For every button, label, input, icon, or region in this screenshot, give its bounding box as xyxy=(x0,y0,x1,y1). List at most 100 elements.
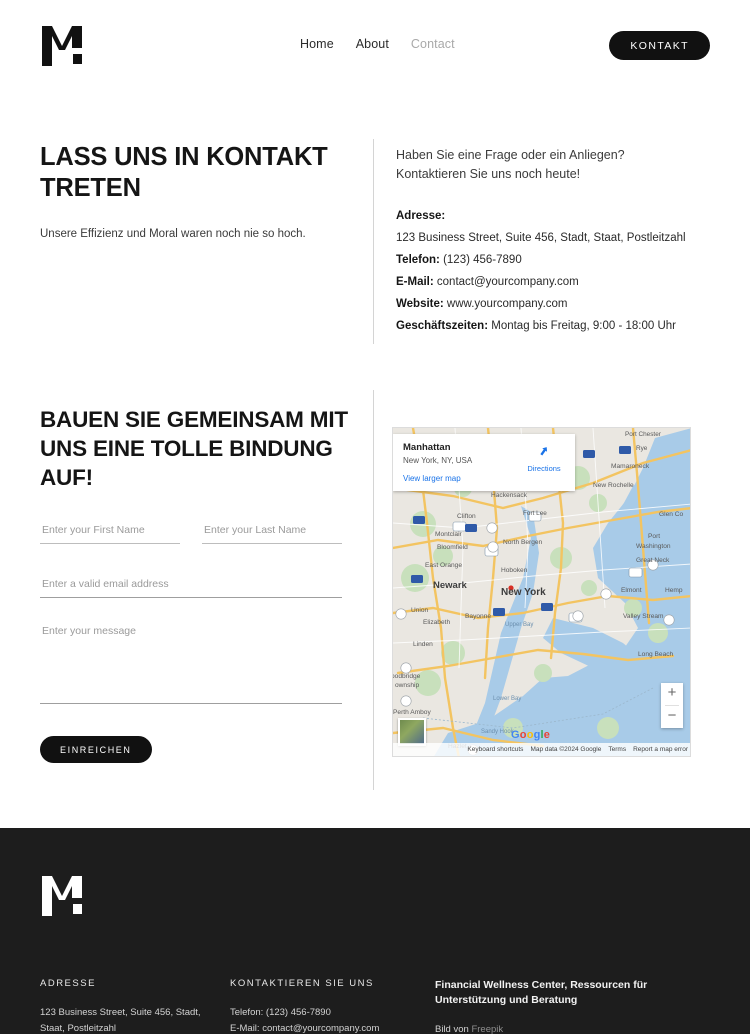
footer-contact-text: Telefon: (123) 456-7890 E-Mail: contact@… xyxy=(230,1005,435,1034)
map-label: Perth Amboy xyxy=(393,709,431,716)
map-label: Port xyxy=(648,533,660,540)
phone-label: Telefon: xyxy=(396,254,440,266)
map-label: Hoboken xyxy=(501,567,528,574)
footer-address-line-1: 123 Business Street, Suite 456, Stadt, xyxy=(40,1007,201,1018)
m-logo-icon xyxy=(42,26,82,66)
map-zoom-out-button[interactable]: − xyxy=(661,706,683,728)
submit-button[interactable]: EINREICHEN xyxy=(40,736,152,763)
footer-address-heading: ADRESSE xyxy=(40,978,96,989)
map-label: Bloomfield xyxy=(437,544,468,551)
last-name-input[interactable] xyxy=(202,520,342,544)
map-label: Linden xyxy=(413,641,433,648)
map-label: Valley Stream xyxy=(623,613,664,620)
map-label: Washington xyxy=(636,543,671,550)
hours-label: Geschäftszeiten: xyxy=(396,320,489,332)
directions-arrow-icon xyxy=(540,447,548,456)
map-street-view-thumbnail[interactable] xyxy=(398,718,426,746)
map-label: New Rochelle xyxy=(593,482,634,489)
map-directions-button[interactable]: Directions xyxy=(521,444,567,473)
map-label: Hackensack xyxy=(491,492,528,499)
footer-credit-column: Financial Wellness Center, Ressourcen fü… xyxy=(435,978,700,1034)
footer-email-line[interactable]: E-Mail: contact@yourcompany.com xyxy=(230,1021,435,1034)
address-label: Adresse: xyxy=(396,210,446,222)
map-info-card: Manhattan New York, NY, USA View larger … xyxy=(393,434,575,491)
footer-address-text: 123 Business Street, Suite 456, Stadt, S… xyxy=(40,1005,230,1034)
address-value-row: 123 Business Street, Suite 456, Stadt, S… xyxy=(396,232,686,244)
map-zoom-in-button[interactable]: + xyxy=(661,683,683,705)
map-label: Mamaroneck xyxy=(611,463,650,470)
map-label: Union xyxy=(411,607,429,614)
map-label: ownship xyxy=(395,682,420,689)
main-nav: Home About Contact xyxy=(300,37,455,51)
map-label: Great Neck xyxy=(636,557,670,564)
view-larger-map-link[interactable]: View larger map xyxy=(403,474,565,483)
terms-link[interactable]: Terms xyxy=(608,746,626,753)
contact-detail-list: Adresse: 123 Business Street, Suite 456,… xyxy=(396,205,716,337)
keyboard-shortcuts-link[interactable]: Keyboard shortcuts xyxy=(467,746,523,753)
map-label: Lower Bay xyxy=(493,696,521,702)
footer-contact-heading: KONTAKTIEREN SIE UNS xyxy=(230,978,374,989)
map-label: Rye xyxy=(636,445,648,452)
footer-columns: ADRESSE 123 Business Street, Suite 456, … xyxy=(40,978,720,1034)
map-label: North Bergen xyxy=(503,539,543,546)
section-divider-top xyxy=(373,139,374,344)
phone-row: Telefon: (123) 456-7890 xyxy=(396,249,716,271)
google-map[interactable]: Port Chester Rye Mamaroneck New Rochelle Hac… xyxy=(392,427,691,757)
section-divider-bottom xyxy=(373,390,374,790)
freepik-link[interactable]: Freepik xyxy=(471,1024,503,1034)
website-row: Website: www.yourcompany.com xyxy=(396,293,716,315)
name-row xyxy=(40,520,342,544)
site-header: Home About Contact KONTAKT xyxy=(0,0,750,92)
email-input[interactable] xyxy=(40,574,342,598)
report-map-error-link[interactable]: Report a map error xyxy=(633,746,688,753)
message-textarea[interactable] xyxy=(40,620,342,704)
site-footer: ADRESSE 123 Business Street, Suite 456, … xyxy=(0,828,750,1034)
website-value[interactable]: www.yourcompany.com xyxy=(447,298,568,310)
map-label: Upper Bay xyxy=(505,622,533,628)
map-attribution-bar: Keyboard shortcuts Map data ©2024 Google… xyxy=(393,743,690,756)
contact-lead-line-1: Haben Sie eine Frage oder ein Anliegen? xyxy=(396,148,625,162)
phone-value: (123) 456-7890 xyxy=(443,254,522,266)
contact-form: EINREICHEN xyxy=(40,520,342,763)
map-directions-label: Directions xyxy=(527,464,561,473)
map-label: Newark xyxy=(433,580,468,591)
footer-credit-title: Financial Wellness Center, Ressourcen fü… xyxy=(435,979,648,1006)
map-label: Elizabeth xyxy=(423,619,450,626)
contact-page: Home About Contact KONTAKT LASS UNS IN K… xyxy=(0,0,750,1034)
map-label: Clifton xyxy=(457,513,476,520)
contact-details-column: Haben Sie eine Frage oder ein Anliegen? … xyxy=(396,146,716,337)
kontakt-cta-button[interactable]: KONTAKT xyxy=(609,31,710,60)
nav-item-home[interactable]: Home xyxy=(300,37,334,51)
map-label: Bayonne xyxy=(465,613,491,620)
hours-row: Geschäftszeiten: Montag bis Freitag, 9:0… xyxy=(396,315,716,337)
email-row: E-Mail: contact@yourcompany.com xyxy=(396,271,716,293)
contact-subtext: Unsere Effizienz und Moral waren noch ni… xyxy=(40,228,306,240)
nav-item-about[interactable]: About xyxy=(356,37,389,51)
map-label: Long Beach xyxy=(638,651,674,658)
footer-phone-line: Telefon: (123) 456-7890 xyxy=(230,1007,331,1018)
email-label: E-Mail: xyxy=(396,276,434,288)
m-logo-icon xyxy=(42,876,82,916)
email-value[interactable]: contact@yourcompany.com xyxy=(437,276,579,288)
site-logo[interactable] xyxy=(40,24,86,68)
form-heading: BAUEN SIE GEMEINSAM MIT UNS EINE TOLLE B… xyxy=(40,407,348,490)
map-label: Montclair xyxy=(435,531,463,538)
contact-heading: LASS UNS IN KONTAKT TRETEN xyxy=(40,143,328,202)
map-label: New York xyxy=(501,587,546,598)
google-watermark: Google xyxy=(511,729,551,741)
address-label-row: Adresse: xyxy=(396,205,716,227)
first-name-input[interactable] xyxy=(40,520,180,544)
footer-logo[interactable] xyxy=(40,874,86,918)
map-label: oodbridge xyxy=(393,673,421,680)
hours-value: Montag bis Freitag, 9:00 - 18:00 Uhr xyxy=(491,320,676,332)
map-label: Sandy Hook xyxy=(481,729,515,735)
map-label: East Orange xyxy=(425,562,462,569)
map-label: Glen Co xyxy=(659,511,684,518)
footer-image-credit: Bild von Freepik xyxy=(435,1024,700,1034)
nav-item-contact[interactable]: Contact xyxy=(411,37,455,51)
map-label: Port Chester xyxy=(625,431,662,438)
map-zoom-controls: + − xyxy=(661,683,683,728)
map-data-credit: Map data ©2024 Google xyxy=(530,746,602,753)
